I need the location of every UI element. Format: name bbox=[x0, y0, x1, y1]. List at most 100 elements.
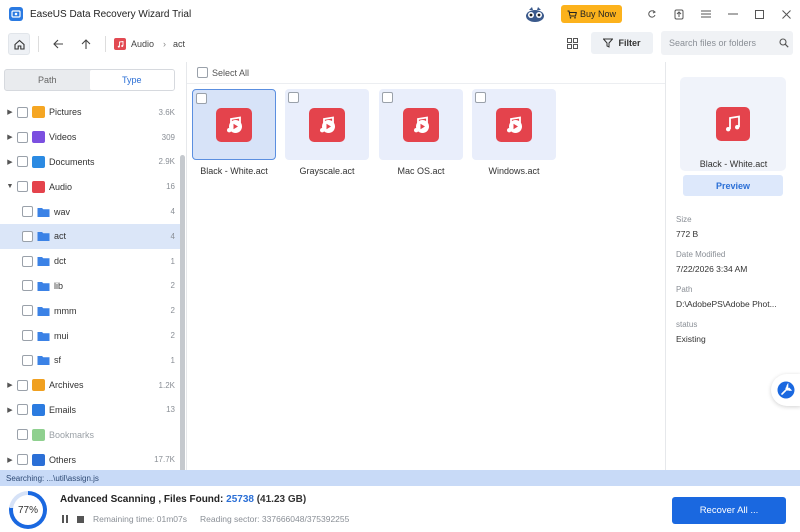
stop-icon[interactable] bbox=[77, 515, 84, 523]
preview-button[interactable]: Preview bbox=[683, 175, 783, 196]
cart-icon bbox=[567, 10, 577, 19]
file-thumbnail[interactable] bbox=[285, 89, 369, 160]
archives-icon bbox=[32, 379, 45, 392]
tree-item-label: lib bbox=[54, 280, 64, 291]
breadcrumb-item[interactable]: act bbox=[173, 39, 185, 49]
size-label: Size bbox=[676, 215, 692, 224]
home-button[interactable] bbox=[8, 33, 30, 55]
tree-item-checkbox[interactable] bbox=[22, 305, 33, 317]
file-tile[interactable]: Black - White.act bbox=[192, 89, 276, 179]
tree-item[interactable]: ▶ Emails 13 bbox=[0, 398, 180, 423]
close-icon[interactable] bbox=[773, 0, 800, 28]
tree-scrollbar[interactable] bbox=[180, 155, 185, 485]
search-input[interactable] bbox=[669, 38, 777, 48]
back-button[interactable] bbox=[47, 33, 69, 55]
upload-icon[interactable] bbox=[665, 0, 692, 28]
folder-icon bbox=[37, 207, 50, 217]
file-tile[interactable]: Grayscale.act bbox=[285, 89, 369, 179]
category-panel: Path Type ▶ Pictures 3.6K ▶ Videos 309 ▶ Docume… bbox=[0, 62, 187, 485]
file-thumbnail[interactable] bbox=[472, 89, 556, 160]
view-toggle-button[interactable] bbox=[562, 33, 582, 53]
buy-now-button[interactable]: Buy Now bbox=[560, 5, 622, 23]
tree-item[interactable]: act 4 bbox=[0, 223, 180, 249]
tree-item[interactable]: ▶ Documents 2.9K bbox=[0, 150, 180, 175]
tree-item-checkbox[interactable] bbox=[17, 156, 28, 168]
tree-item[interactable]: ▼ Audio 16 bbox=[0, 174, 180, 199]
tree-item-checkbox[interactable] bbox=[17, 379, 28, 391]
tree-item-checkbox[interactable] bbox=[22, 330, 33, 342]
select-all-checkbox[interactable] bbox=[197, 67, 208, 78]
file-thumbnail[interactable] bbox=[379, 89, 463, 160]
toolbar: Audio › act Filter bbox=[0, 28, 800, 60]
file-checkbox[interactable] bbox=[196, 93, 207, 104]
preview-thumbnail bbox=[680, 77, 786, 171]
tree-item-checkbox[interactable] bbox=[22, 206, 33, 218]
up-button[interactable] bbox=[75, 33, 97, 55]
tree-item-count: 4 bbox=[170, 231, 175, 241]
view-mode-tabs: Path Type bbox=[4, 69, 175, 91]
file-thumbnail[interactable] bbox=[192, 89, 276, 160]
tab-type[interactable]: Type bbox=[89, 70, 174, 90]
breadcrumb: Audio › act bbox=[114, 38, 185, 50]
app-title: EaseUS Data Recovery Wizard Trial bbox=[30, 8, 192, 20]
tree-item[interactable]: mui 2 bbox=[0, 323, 180, 348]
tree-item-label: Emails bbox=[49, 404, 77, 415]
tree-item[interactable]: ▶ Others 17.7K bbox=[0, 447, 180, 472]
tree-item-checkbox[interactable] bbox=[17, 404, 28, 416]
filter-button[interactable]: Filter bbox=[591, 32, 653, 54]
file-tile[interactable]: Mac OS.act bbox=[379, 89, 463, 179]
select-all[interactable]: Select All bbox=[197, 67, 249, 78]
tree-item-label: mui bbox=[54, 330, 69, 341]
recover-all-button[interactable]: Recover All ... bbox=[672, 497, 786, 524]
wrench-icon bbox=[777, 381, 795, 399]
path-value: D:\AdobePS\Adobe Phot... bbox=[676, 299, 777, 309]
tree-item-checkbox[interactable] bbox=[22, 255, 33, 267]
tab-path[interactable]: Path bbox=[5, 70, 90, 90]
search-icon[interactable] bbox=[777, 36, 791, 50]
maximize-icon[interactable] bbox=[746, 0, 773, 28]
refresh-icon[interactable] bbox=[638, 0, 665, 28]
tree-item-checkbox[interactable] bbox=[17, 181, 28, 193]
file-tile[interactable]: Windows.act bbox=[472, 89, 556, 179]
file-checkbox[interactable] bbox=[382, 92, 393, 103]
chevron-right-icon[interactable]: ▶ bbox=[6, 381, 14, 389]
scan-controls: Remaining time: 01m07s Reading sector: 3… bbox=[62, 514, 349, 524]
chevron-down-icon[interactable]: ▼ bbox=[6, 183, 14, 190]
minimize-icon[interactable] bbox=[719, 0, 746, 28]
mascot-icon[interactable] bbox=[523, 5, 547, 23]
tree-item[interactable]: lib 2 bbox=[0, 274, 180, 299]
searching-status: Searching: ...\util\assign.js bbox=[0, 470, 800, 486]
file-checkbox[interactable] bbox=[475, 92, 486, 103]
music-file-icon bbox=[716, 107, 750, 141]
file-checkbox[interactable] bbox=[288, 92, 299, 103]
music-icon bbox=[114, 38, 126, 50]
tree-item-checkbox[interactable] bbox=[22, 354, 33, 366]
tree-item-checkbox[interactable] bbox=[17, 131, 28, 143]
support-button[interactable] bbox=[771, 374, 800, 406]
chevron-right-icon[interactable]: ▶ bbox=[6, 406, 14, 414]
path-label: Path bbox=[676, 285, 693, 294]
menu-icon[interactable] bbox=[692, 0, 719, 28]
tree-item-checkbox[interactable] bbox=[17, 454, 28, 466]
tree-item-checkbox[interactable] bbox=[17, 106, 28, 118]
tree-item[interactable]: mmm 2 bbox=[0, 298, 180, 323]
tree-item[interactable]: Bookmarks bbox=[0, 422, 180, 447]
breadcrumb-item[interactable]: Audio bbox=[131, 39, 154, 49]
chevron-right-icon[interactable]: ▶ bbox=[6, 133, 14, 141]
progress-ring: 77% bbox=[9, 491, 47, 529]
tree-item[interactable]: wav 4 bbox=[0, 199, 180, 224]
tree-item-checkbox[interactable] bbox=[22, 230, 33, 242]
chevron-right-icon[interactable]: ▶ bbox=[6, 108, 14, 116]
tree-item[interactable]: ▶ Videos 309 bbox=[0, 125, 180, 150]
tree-item-checkbox[interactable] bbox=[17, 429, 28, 441]
tree-item[interactable]: ▶ Pictures 3.6K bbox=[0, 100, 180, 125]
chevron-right-icon[interactable]: ▶ bbox=[6, 158, 14, 166]
scan-summary: Advanced Scanning , Files Found: 25738 (… bbox=[60, 494, 306, 505]
pause-icon[interactable] bbox=[62, 515, 68, 523]
tree-item-checkbox[interactable] bbox=[22, 280, 33, 292]
tree-item[interactable]: ▶ Archives 1.2K bbox=[0, 373, 180, 398]
tree-item[interactable]: sf 1 bbox=[0, 348, 180, 373]
folder-icon bbox=[37, 331, 50, 341]
tree-item[interactable]: dct 1 bbox=[0, 249, 180, 274]
chevron-right-icon[interactable]: ▶ bbox=[6, 456, 14, 464]
